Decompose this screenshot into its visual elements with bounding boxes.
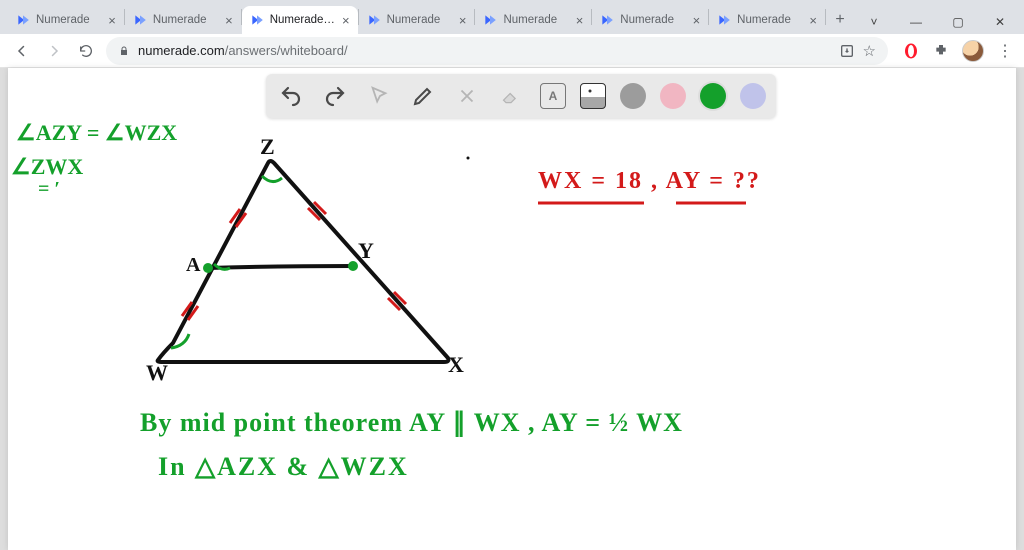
close-icon[interactable]: × xyxy=(342,14,350,27)
tab-title: Numerade xyxy=(36,14,102,26)
whiteboard-toolbar: A xyxy=(266,74,776,118)
whiteboard-canvas[interactable]: A xyxy=(8,68,1016,550)
nav-back-button[interactable] xyxy=(10,39,34,63)
tools-icon xyxy=(456,85,478,107)
undo-button[interactable] xyxy=(276,81,306,111)
url-host: numerade.com xyxy=(138,43,225,58)
kebab-menu-icon[interactable]: ⋮ xyxy=(996,42,1014,60)
favicon-icon xyxy=(16,13,30,27)
toolbar-right-icons: ⋮ xyxy=(896,40,1014,62)
address-bar-row: numerade.com/answers/whiteboard/ ☆ ⋮ xyxy=(0,34,1024,68)
tab-title: Numerade xyxy=(620,14,686,26)
redo-button[interactable] xyxy=(320,81,350,111)
close-icon[interactable]: × xyxy=(693,14,701,27)
note-angle-eq-1: ∠AZY = ∠WZX xyxy=(16,120,177,146)
tools-button[interactable] xyxy=(452,81,482,111)
url-path: /answers/whiteboard/ xyxy=(225,43,348,58)
vertex-label-y: Y xyxy=(358,238,374,264)
bookmark-star-icon[interactable]: ☆ xyxy=(863,42,876,60)
tab-title: Numerade xyxy=(737,14,803,26)
window-maximize-icon[interactable]: ▢ xyxy=(938,10,978,34)
note-triangle-pair: In △AZX & △WZX xyxy=(158,452,409,482)
window-caret-icon[interactable]: ˅ xyxy=(854,10,894,34)
favicon-icon xyxy=(717,13,731,27)
browser-tab-6[interactable]: Numerade × xyxy=(709,6,825,34)
vertex-label-a: A xyxy=(186,254,200,277)
pointer-tool[interactable] xyxy=(364,81,394,111)
favicon-icon xyxy=(367,13,381,27)
pointer-icon xyxy=(368,85,390,107)
close-icon[interactable]: × xyxy=(459,14,467,27)
browser-tab-5[interactable]: Numerade × xyxy=(592,6,708,34)
window-close-icon[interactable]: ✕ xyxy=(980,10,1020,34)
vertex-label-z: Z xyxy=(260,134,275,160)
browser-tab-strip: Numerade × Numerade × Numerade Whiteboar… xyxy=(0,0,1024,34)
opera-icon[interactable] xyxy=(902,42,920,60)
window-controls: ˅ — ▢ ✕ xyxy=(854,6,1020,34)
color-swatch-green[interactable] xyxy=(700,83,726,109)
page-background: A xyxy=(0,68,1024,550)
favicon-icon xyxy=(600,13,614,27)
color-swatch-grey[interactable] xyxy=(620,83,646,109)
browser-tab-0[interactable]: Numerade × xyxy=(8,6,124,34)
note-angle-eq-2b: = ′ xyxy=(38,178,60,201)
arrow-right-icon xyxy=(45,42,63,60)
extensions-icon[interactable] xyxy=(932,42,950,60)
favicon-icon xyxy=(250,13,264,27)
browser-tab-1[interactable]: Numerade × xyxy=(125,6,241,34)
browser-tab-4[interactable]: Numerade × xyxy=(475,6,591,34)
close-icon[interactable]: × xyxy=(225,14,233,27)
nav-forward-button[interactable] xyxy=(42,39,66,63)
color-swatch-lavender[interactable] xyxy=(740,83,766,109)
note-red-given: WX = 18 , AY = ?? xyxy=(538,168,761,195)
close-icon[interactable]: × xyxy=(809,14,817,27)
tab-title: Numerade xyxy=(153,14,219,26)
textbox-icon: A xyxy=(549,89,558,103)
vertex-label-x: X xyxy=(448,352,464,378)
image-icon xyxy=(584,85,602,103)
eraser-icon xyxy=(499,86,523,106)
window-minimize-icon[interactable]: — xyxy=(896,10,936,34)
pen-icon xyxy=(411,84,435,108)
image-tool[interactable] xyxy=(580,83,606,109)
textbox-tool[interactable]: A xyxy=(540,83,566,109)
favicon-icon xyxy=(483,13,497,27)
install-icon[interactable] xyxy=(839,43,855,59)
eraser-tool[interactable] xyxy=(496,81,526,111)
tab-title: Numerade xyxy=(387,14,453,26)
omnibox[interactable]: numerade.com/answers/whiteboard/ ☆ xyxy=(106,37,888,65)
note-angle-eq-2: ∠ZWX xyxy=(11,154,83,180)
note-midpoint-theorem: By mid point theorem AY ∥ WX , AY = ½ WX xyxy=(140,408,683,438)
close-icon[interactable]: × xyxy=(576,14,584,27)
arrow-left-icon xyxy=(13,42,31,60)
profile-avatar[interactable] xyxy=(962,40,984,62)
lock-icon xyxy=(118,45,130,57)
tab-title: Numerade Whiteboard xyxy=(270,14,336,26)
redo-icon xyxy=(323,84,347,108)
vertex-label-w: W xyxy=(146,360,168,386)
browser-tab-3[interactable]: Numerade × xyxy=(359,6,475,34)
reload-icon xyxy=(78,43,94,59)
pen-tool[interactable] xyxy=(408,81,438,111)
browser-tab-2[interactable]: Numerade Whiteboard × xyxy=(242,6,358,34)
url-text: numerade.com/answers/whiteboard/ xyxy=(138,43,348,58)
nav-reload-button[interactable] xyxy=(74,39,98,63)
tab-title: Numerade xyxy=(503,14,569,26)
new-tab-button[interactable]: + xyxy=(826,6,854,34)
favicon-icon xyxy=(133,13,147,27)
undo-icon xyxy=(279,84,303,108)
close-icon[interactable]: × xyxy=(108,14,116,27)
color-swatch-pink[interactable] xyxy=(660,83,686,109)
